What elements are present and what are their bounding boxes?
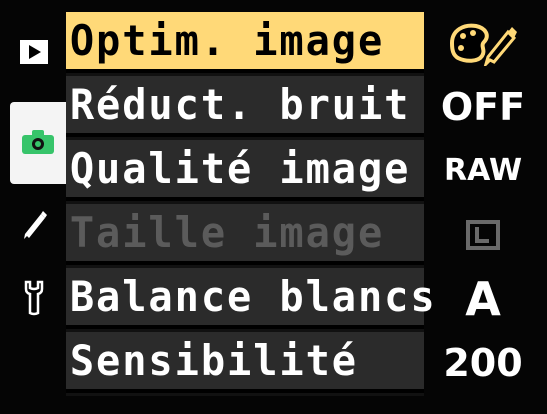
menu-item-optim-image[interactable]: Optim. image (66, 12, 424, 73)
pencil-icon[interactable] (14, 205, 54, 245)
menu-item-balance-blancs[interactable]: Balance blancs (66, 268, 435, 329)
menu-item-reduct-bruit[interactable]: Réduct. bruit (66, 76, 424, 137)
balance-blancs-value: A (465, 271, 501, 326)
menu-item-label: Balance blancs (69, 272, 437, 321)
menu-item-sensibilite[interactable]: Sensibilité (66, 332, 424, 393)
sensibilite-value: 200 (443, 340, 523, 385)
reduct-bruit-value: OFF (440, 84, 526, 129)
menu-item-qualite-image[interactable]: Qualité image (66, 140, 424, 201)
menu-item-label: Qualité image (69, 144, 411, 193)
sidebar (4, 10, 68, 402)
menu-item-taille-image: Taille image (66, 204, 424, 265)
playback-icon[interactable] (14, 32, 54, 72)
size-L-icon (432, 204, 534, 265)
value-column: OFF RAW A 200 (432, 12, 534, 396)
camera-icon[interactable] (18, 122, 58, 162)
menu-item-label: Taille image (69, 208, 385, 257)
menu-list: Optim. image Réduct. bruit Qualité image… (66, 12, 435, 396)
menu-item-label: Réduct. bruit (69, 80, 411, 129)
palette-pencil-icon (432, 12, 534, 73)
menu-item-label: Sensibilité (69, 336, 358, 385)
wrench-icon[interactable] (14, 278, 54, 318)
camera-menu-screen: Optim. image Réduct. bruit Qualité image… (0, 0, 547, 414)
menu-item-label: Optim. image (69, 16, 385, 65)
qualite-image-value: RAW (443, 153, 523, 188)
